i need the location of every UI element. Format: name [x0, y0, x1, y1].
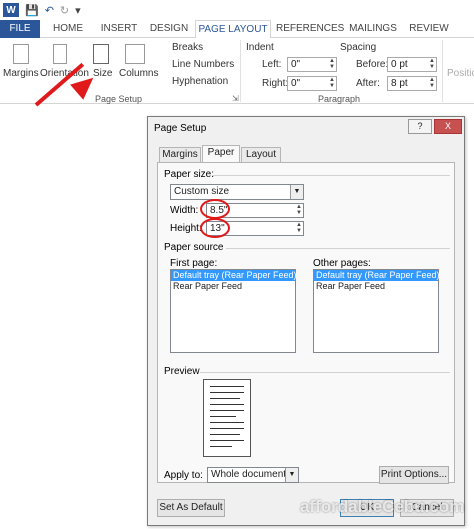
spin-arrows-icon[interactable]: ▲ ▼	[296, 204, 302, 216]
first-page-label: First page:	[170, 258, 218, 269]
hyphenation-button[interactable]: Hyphenation	[172, 76, 228, 87]
margins-icon	[13, 44, 29, 64]
apply-to-value: Whole document	[211, 469, 287, 480]
indent-title: Indent	[246, 42, 274, 53]
paper-size-select[interactable]: Custom size ▼	[170, 184, 304, 200]
tab-layout[interactable]: Layout	[241, 147, 281, 162]
print-options-button[interactable]: Print Options...	[379, 466, 449, 484]
spacing-before-label: Before:	[356, 59, 389, 70]
text-line	[210, 440, 244, 441]
tab-design[interactable]: DESIGN	[146, 20, 192, 38]
highlight-oval-annotation	[200, 199, 230, 219]
size-icon	[93, 44, 109, 64]
text-line	[210, 428, 244, 429]
tab-review[interactable]: REVIEW	[406, 20, 452, 38]
watermark: affordableCebu.com	[300, 497, 465, 516]
spacing-before-input[interactable]: 0 pt ▲ ▼	[387, 57, 437, 72]
group-separator	[442, 40, 443, 102]
highlight-oval-annotation	[200, 218, 230, 238]
spacing-after-label: After:	[356, 78, 380, 89]
paragraph-group-label: Paragraph	[318, 94, 361, 104]
size-button[interactable]: Size	[93, 68, 112, 79]
tab-file[interactable]: FILE	[0, 20, 40, 38]
set-as-default-button[interactable]: Set As Default	[157, 499, 225, 517]
page-setup-dialog: Page Setup ? X Margins Paper Layout Pape…	[147, 116, 465, 526]
text-line	[210, 404, 244, 405]
divider	[212, 175, 450, 176]
apply-to-label: Apply to:	[164, 470, 203, 481]
list-item[interactable]: Rear Paper Feed	[171, 281, 295, 292]
indent-left-input[interactable]: 0" ▲ ▼	[287, 57, 337, 72]
spacing-after-input[interactable]: 8 pt ▲ ▼	[387, 76, 437, 91]
group-separator	[240, 40, 241, 102]
other-pages-label: Other pages:	[313, 258, 371, 269]
columns-button[interactable]: Columns	[119, 68, 158, 79]
page-preview	[203, 379, 251, 457]
tab-paper[interactable]: Paper	[202, 145, 240, 163]
tab-mailings[interactable]: MAILINGS	[346, 20, 400, 38]
spacing-before-value: 0 pt	[391, 59, 408, 70]
spin-arrows-icon[interactable]: ▲ ▼	[329, 77, 335, 89]
text-line	[210, 392, 244, 393]
indent-right-value: 0"	[291, 78, 301, 89]
first-page-list[interactable]: Default tray (Rear Paper Feed) Rear Pape…	[170, 269, 297, 353]
ribbon-tabs: FILE HOME INSERT DESIGN PAGE LAYOUT REFE…	[0, 20, 474, 39]
spin-arrows-icon[interactable]: ▲ ▼	[429, 58, 435, 70]
spin-arrows-icon[interactable]: ▲ ▼	[296, 222, 302, 234]
paper-source-label: Paper source	[164, 242, 224, 253]
save-icon[interactable]: 💾	[25, 4, 39, 17]
paper-tab-panel: Paper size: Custom size ▼ Width: 8.5" ▲ ▼ …	[157, 162, 455, 484]
width-label: Width:	[170, 205, 199, 216]
qat-more-icon[interactable]: ▾	[75, 4, 81, 17]
breaks-button[interactable]: Breaks	[172, 42, 203, 53]
tab-insert[interactable]: INSERT	[96, 20, 142, 38]
spin-arrows-icon[interactable]: ▲ ▼	[429, 77, 435, 89]
indent-right-label: Right:	[262, 78, 289, 89]
text-line	[210, 434, 240, 435]
chevron-down-icon[interactable]: ▼	[290, 185, 303, 199]
text-line	[210, 386, 244, 387]
indent-left-value: 0"	[291, 59, 301, 70]
indent-left-label: Left:	[262, 59, 282, 70]
undo-icon[interactable]: ↶	[45, 4, 54, 17]
text-line	[210, 410, 244, 411]
text-line	[210, 446, 232, 447]
apply-to-select[interactable]: Whole document ▼	[207, 467, 299, 483]
divider	[200, 372, 450, 373]
margins-button[interactable]: Margins	[3, 68, 39, 79]
redo-icon[interactable]: ↻	[60, 4, 69, 17]
chevron-down-icon[interactable]: ▼	[285, 468, 298, 482]
list-item[interactable]: Default tray (Rear Paper Feed)	[314, 270, 440, 281]
position-button[interactable]: Positio	[447, 68, 474, 79]
spacing-after-value: 8 pt	[391, 78, 408, 89]
line-numbers-button[interactable]: Line Numbers	[172, 59, 234, 70]
other-pages-list[interactable]: Default tray (Rear Paper Feed) Rear Pape…	[313, 269, 440, 353]
dialog-launcher-icon[interactable]: ⇲	[232, 94, 239, 103]
divider	[226, 248, 450, 249]
columns-icon	[125, 44, 145, 64]
page-setup-group-label: Page Setup	[95, 94, 143, 104]
tab-home[interactable]: HOME	[46, 20, 90, 38]
height-label: Height:	[170, 223, 202, 234]
word-logo-icon: W	[3, 3, 19, 17]
list-item[interactable]: Rear Paper Feed	[314, 281, 438, 292]
spin-arrows-icon[interactable]: ▲ ▼	[329, 58, 335, 70]
paper-size-value: Custom size	[174, 186, 230, 197]
list-item[interactable]: Default tray (Rear Paper Feed)	[171, 270, 297, 281]
text-line	[210, 398, 240, 399]
text-line	[210, 422, 244, 423]
dialog-title: Page Setup	[154, 123, 207, 134]
text-line	[210, 416, 236, 417]
indent-right-input[interactable]: 0" ▲ ▼	[287, 76, 337, 91]
close-button[interactable]: X	[434, 119, 462, 134]
tab-references[interactable]: REFERENCES	[276, 20, 344, 38]
tab-margins[interactable]: Margins	[159, 147, 201, 162]
quick-access-toolbar: W 💾 ↶ ↻ ▾	[0, 0, 474, 20]
preview-label: Preview	[164, 366, 200, 377]
tab-page-layout[interactable]: PAGE LAYOUT	[195, 20, 271, 39]
orientation-icon	[53, 44, 67, 64]
paper-size-label: Paper size:	[164, 169, 215, 180]
spacing-title: Spacing	[340, 42, 377, 53]
help-button[interactable]: ?	[408, 119, 432, 134]
